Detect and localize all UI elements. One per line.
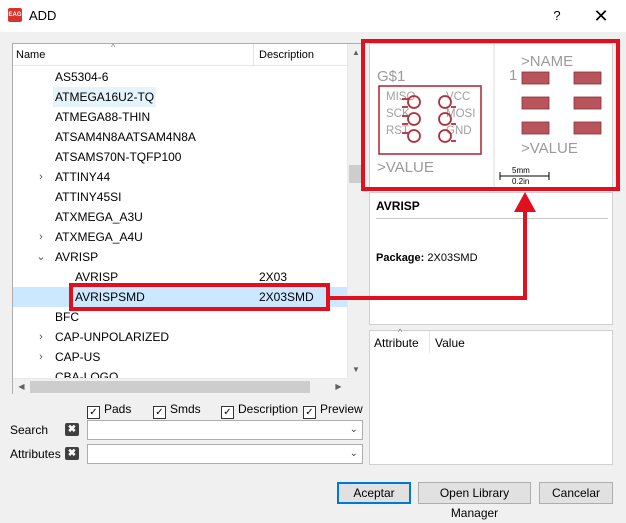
arrow-head-icon [514,192,536,212]
annotation-overlay [69,39,620,311]
annotation-arrow-line [328,210,527,300]
preview-highlight-box [361,39,620,191]
selection-highlight-box [69,283,330,311]
